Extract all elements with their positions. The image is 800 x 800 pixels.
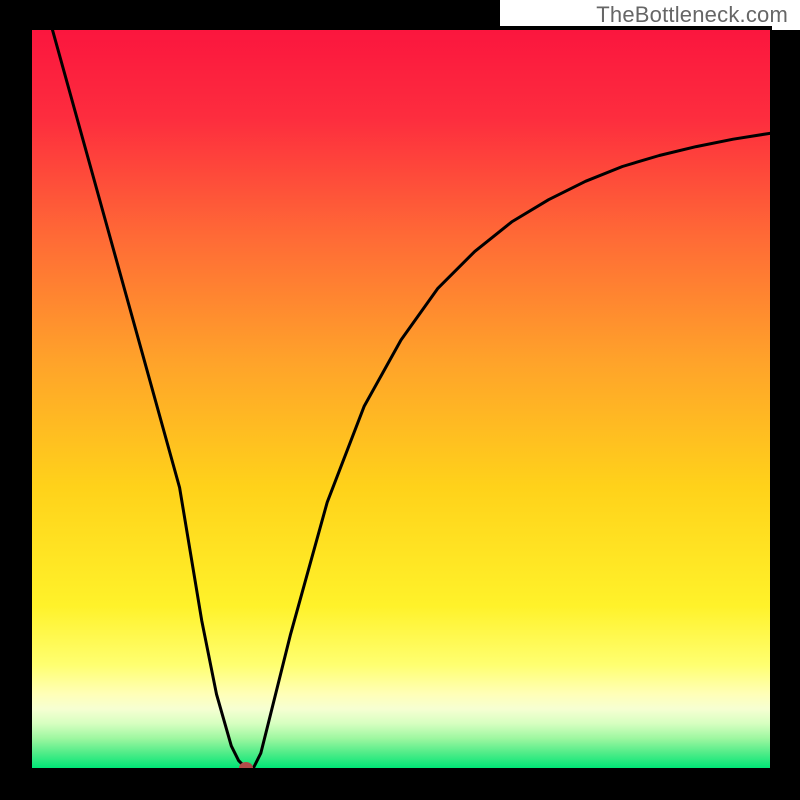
plot-background [32, 30, 770, 768]
frame-right [770, 0, 800, 800]
bottleneck-curve-plot [0, 0, 800, 800]
frame-left [0, 0, 32, 800]
chart-container: TheBottleneck.com [0, 0, 800, 800]
watermark-text: TheBottleneck.com [596, 2, 788, 28]
frame-bottom [0, 768, 800, 800]
